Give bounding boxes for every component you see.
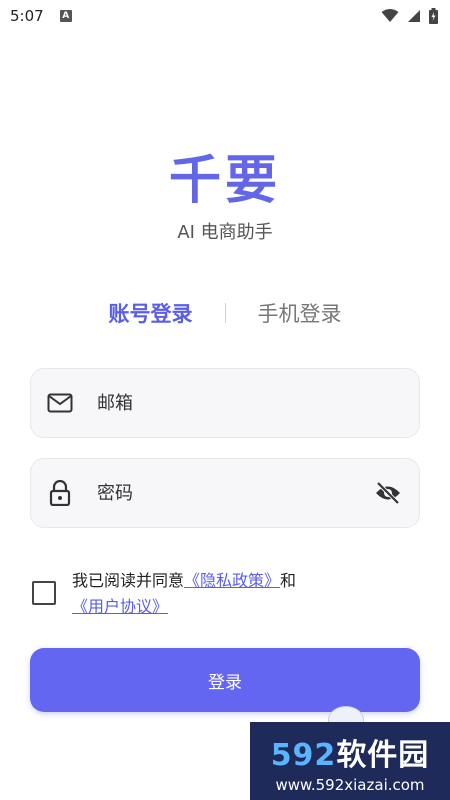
agreement-prefix: 我已阅读并同意 [72,571,185,590]
password-input[interactable] [95,481,373,505]
status-time: 5:07 [10,7,44,25]
tab-phone-login[interactable]: 手机登录 [258,298,342,328]
lock-icon [47,480,73,506]
login-tabs: 账号登录 手机登录 [0,296,450,330]
tab-account-login[interactable]: 账号登录 [109,298,193,328]
agreement-checkbox[interactable] [32,581,56,605]
login-button[interactable]: 登录 [30,648,420,712]
status-bar: 5:07 A [0,0,450,32]
user-agreement-link[interactable]: 《用户协议》 [72,597,168,616]
watermark-logo-text: 软件园 [336,738,430,773]
tab-divider [224,303,226,323]
signal-icon [408,10,420,22]
watermark-url: www.592xiazai.com [275,776,425,794]
agreement-conjunction: 和 [280,571,297,590]
privacy-policy-link[interactable]: 《隐私政策》 [184,571,280,590]
email-field [30,368,420,438]
agreement-text: 我已阅读并同意《隐私政策》和 《用户协议》 [72,568,296,620]
wifi-icon [381,9,399,22]
battery-icon [429,8,438,24]
notification-a-icon: A [59,10,72,22]
agreement-row: 我已阅读并同意《隐私政策》和 《用户协议》 [32,568,422,620]
eye-off-icon[interactable] [373,478,403,508]
email-input[interactable] [95,391,419,415]
watermark-logo: 592软件园 [250,730,450,774]
watermark: 592软件园 www.592xiazai.com [250,722,450,800]
watermark-logo-number: 592 [270,738,337,773]
app-subtitle: AI 电商助手 [177,222,273,243]
app-title: 千要 [168,151,281,211]
password-field [30,458,420,528]
mail-icon [47,390,73,416]
